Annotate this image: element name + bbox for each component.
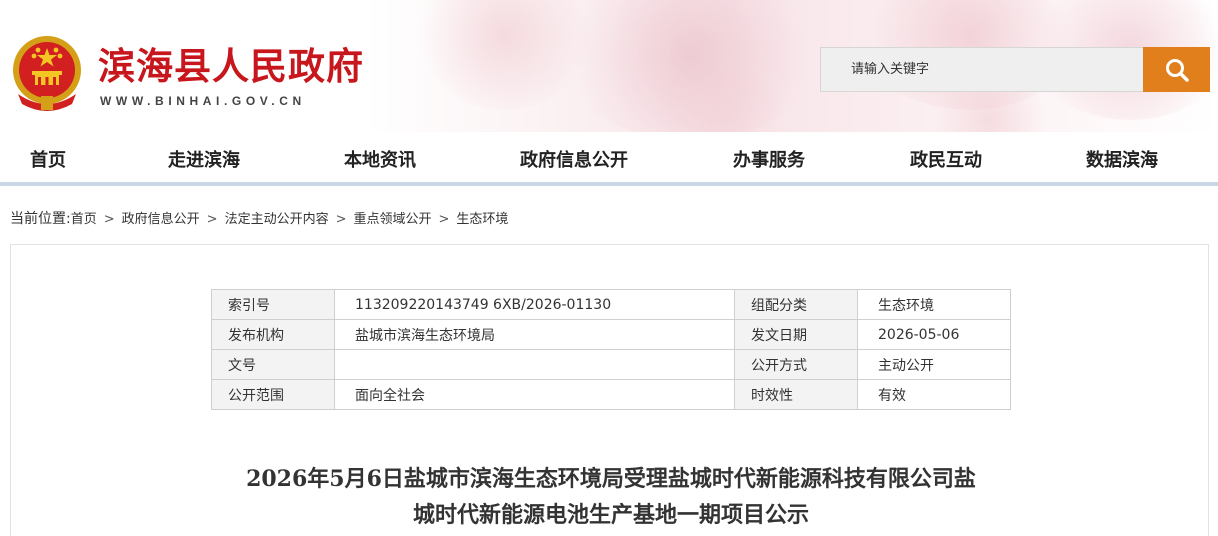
document-title: 2026年5月6日盐城市滨海生态环境局受理盐城时代新能源科技有限公司盐 城时代新… bbox=[151, 461, 1071, 533]
site-title: 滨海县人民政府 bbox=[98, 44, 364, 88]
nav-item-services[interactable]: 办事服务 bbox=[733, 146, 805, 172]
meta-key: 时效性 bbox=[734, 379, 858, 410]
meta-key: 发布机构 bbox=[211, 319, 335, 350]
meta-key: 组配分类 bbox=[734, 289, 858, 320]
meta-value: 盐城市滨海生态环境局 bbox=[334, 319, 735, 350]
breadcrumb-separator: > bbox=[438, 212, 450, 227]
table-row: 发布机构 盐城市滨海生态环境局 发文日期 2026-05-06 bbox=[211, 319, 1011, 350]
meta-value: 面向全社会 bbox=[334, 379, 735, 410]
nav-item-local-news[interactable]: 本地资讯 bbox=[344, 146, 416, 172]
nav-divider bbox=[0, 182, 1218, 186]
site-domain: WWW.BINHAI.GOV.CN bbox=[100, 94, 306, 108]
nav-item-home[interactable]: 首页 bbox=[30, 146, 66, 172]
search-box bbox=[820, 47, 1144, 92]
search-icon bbox=[1165, 58, 1189, 82]
breadcrumb-item[interactable]: 重点领域公开 bbox=[353, 212, 431, 227]
meta-key: 发文日期 bbox=[734, 319, 858, 350]
breadcrumb-lead: 当前位置: bbox=[10, 211, 71, 227]
search-button[interactable] bbox=[1143, 47, 1210, 92]
breadcrumb-item[interactable]: 法定主动公开内容 bbox=[225, 212, 329, 227]
main-nav: 首页 走进滨海 本地资讯 政府信息公开 办事服务 政民互动 数据滨海 bbox=[0, 132, 1218, 184]
meta-value: 2026-05-06 bbox=[857, 319, 1011, 350]
national-emblem-icon bbox=[13, 36, 81, 111]
site-header: 滨海县人民政府 WWW.BINHAI.GOV.CN bbox=[0, 0, 1218, 132]
table-row: 索引号 113209220143749 6XB/2026-01130 组配分类 … bbox=[211, 289, 1011, 320]
nav-item-about-binhai[interactable]: 走进滨海 bbox=[168, 146, 240, 172]
meta-key: 文号 bbox=[211, 349, 335, 380]
meta-key: 公开方式 bbox=[734, 349, 858, 380]
meta-key: 索引号 bbox=[211, 289, 335, 320]
nav-item-gov-info[interactable]: 政府信息公开 bbox=[520, 146, 628, 172]
breadcrumb-separator: > bbox=[206, 212, 218, 227]
meta-value: 生态环境 bbox=[857, 289, 1011, 320]
document-meta-table: 索引号 113209220143749 6XB/2026-01130 组配分类 … bbox=[211, 289, 1011, 410]
table-row: 文号 公开方式 主动公开 bbox=[211, 349, 1011, 380]
meta-value: 有效 bbox=[857, 379, 1011, 410]
content-panel: 索引号 113209220143749 6XB/2026-01130 组配分类 … bbox=[10, 244, 1209, 536]
document-title-line: 城时代新能源电池生产基地一期项目公示 bbox=[412, 502, 809, 528]
breadcrumb-item[interactable]: 生态环境 bbox=[456, 212, 508, 227]
search-input[interactable] bbox=[821, 48, 1144, 91]
meta-value bbox=[334, 349, 735, 380]
breadcrumb-item[interactable]: 政府信息公开 bbox=[122, 212, 200, 227]
nav-item-interaction[interactable]: 政民互动 bbox=[910, 146, 982, 172]
meta-key: 公开范围 bbox=[211, 379, 335, 410]
nav-item-data-binhai[interactable]: 数据滨海 bbox=[1086, 146, 1158, 172]
table-row: 公开范围 面向全社会 时效性 有效 bbox=[211, 379, 1011, 410]
breadcrumb-item[interactable]: 首页 bbox=[71, 212, 97, 227]
meta-value: 主动公开 bbox=[857, 349, 1011, 380]
breadcrumb-separator: > bbox=[103, 212, 115, 227]
document-title-line: 2026年5月6日盐城市滨海生态环境局受理盐城时代新能源科技有限公司盐 bbox=[246, 466, 976, 492]
meta-value: 113209220143749 6XB/2026-01130 bbox=[334, 289, 735, 320]
breadcrumb: 当前位置:首页 > 政府信息公开 > 法定主动公开内容 > 重点领域公开 > 生态环境 bbox=[10, 208, 508, 228]
breadcrumb-separator: > bbox=[335, 212, 347, 227]
